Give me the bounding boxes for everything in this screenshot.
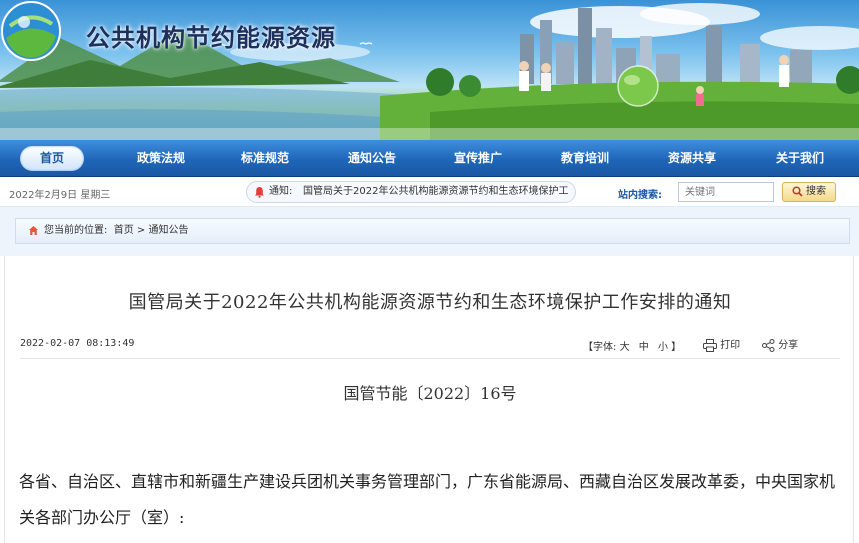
- article-paragraph: 各省、自治区、直辖市和新疆生产建设兵团机关事务管理部门，广东省能源局、西藏自治区…: [19, 472, 836, 527]
- nav-item-about[interactable]: 关于我们: [755, 140, 845, 177]
- breadcrumb-current-link[interactable]: 通知公告: [149, 225, 189, 236]
- current-date: 2022年2月9日 星期三: [9, 190, 111, 201]
- article-panel: 国管局关于2022年公共机构能源资源节约和生态环境保护工作安排的通知 2022-…: [4, 256, 854, 543]
- nav-item-resources[interactable]: 资源共享: [647, 140, 737, 177]
- nav-item-promotion[interactable]: 宣传推广: [433, 140, 523, 177]
- site-banner: 公共机构节约能源资源: [0, 0, 859, 140]
- info-bar: 2022年2月9日 星期三 通知: 国管局关于2022年公共机构能源资源节约和生…: [0, 177, 859, 207]
- globe-logo-icon: [1, 1, 61, 61]
- printer-icon: [703, 338, 717, 352]
- publish-time: 2022-02-07 08:13:49: [20, 338, 135, 349]
- breadcrumb-home-link[interactable]: 首页: [114, 225, 134, 236]
- nav-item-policy[interactable]: 政策法规: [116, 140, 206, 177]
- print-label: 打印: [720, 340, 741, 351]
- share-button[interactable]: 分享: [762, 336, 798, 352]
- breadcrumb-prefix: 您当前的位置:: [44, 225, 108, 236]
- notice-label: 通知:: [269, 186, 293, 197]
- notice-link[interactable]: 国管局关于2022年公共机构能源资源节约和生态环境保护工: [303, 182, 571, 202]
- font-size-label: 【字体:: [583, 342, 617, 353]
- nav-item-notices[interactable]: 通知公告: [327, 140, 417, 177]
- breadcrumb: 您当前的位置: 首页 > 通知公告: [15, 218, 850, 244]
- nav-item-training[interactable]: 教育培训: [540, 140, 630, 177]
- font-small-option[interactable]: 小: [658, 342, 668, 353]
- share-label: 分享: [778, 340, 799, 351]
- nav-item-standards[interactable]: 标准规范: [220, 140, 310, 177]
- notice-ticker[interactable]: 通知: 国管局关于2022年公共机构能源资源节约和生态环境保护工: [246, 181, 576, 203]
- search-button-label: 搜索: [806, 186, 826, 197]
- search-input[interactable]: [678, 182, 774, 202]
- search-label: 站内搜索:: [618, 190, 662, 201]
- magnifier-icon: [792, 185, 803, 197]
- document-number: 国管节能〔2022〕16号: [343, 384, 517, 403]
- main-nav: 首页 政策法规 标准规范 通知公告 宣传推广 教育培训 资源共享 关于我们: [0, 140, 859, 177]
- share-icon: [762, 338, 775, 352]
- home-icon: [29, 226, 38, 235]
- meta-divider: [20, 358, 840, 359]
- font-size-end: 】: [671, 342, 682, 353]
- search-button[interactable]: 搜索: [782, 182, 836, 202]
- breadcrumb-area: 您当前的位置: 首页 > 通知公告: [0, 207, 859, 256]
- font-size-selector: 【字体: 大 中 小 】: [583, 338, 681, 353]
- article-title: 国管局关于2022年公共机构能源资源节约和生态环境保护工作安排的通知: [128, 292, 732, 313]
- print-button[interactable]: 打印: [703, 336, 740, 352]
- breadcrumb-separator: >: [136, 225, 146, 236]
- site-title: 公共机构节约能源资源: [86, 24, 336, 52]
- font-medium-option[interactable]: 中: [639, 342, 649, 353]
- font-large-option[interactable]: 大: [620, 342, 630, 353]
- bell-icon: [255, 187, 264, 198]
- nav-item-home[interactable]: 首页: [20, 146, 84, 171]
